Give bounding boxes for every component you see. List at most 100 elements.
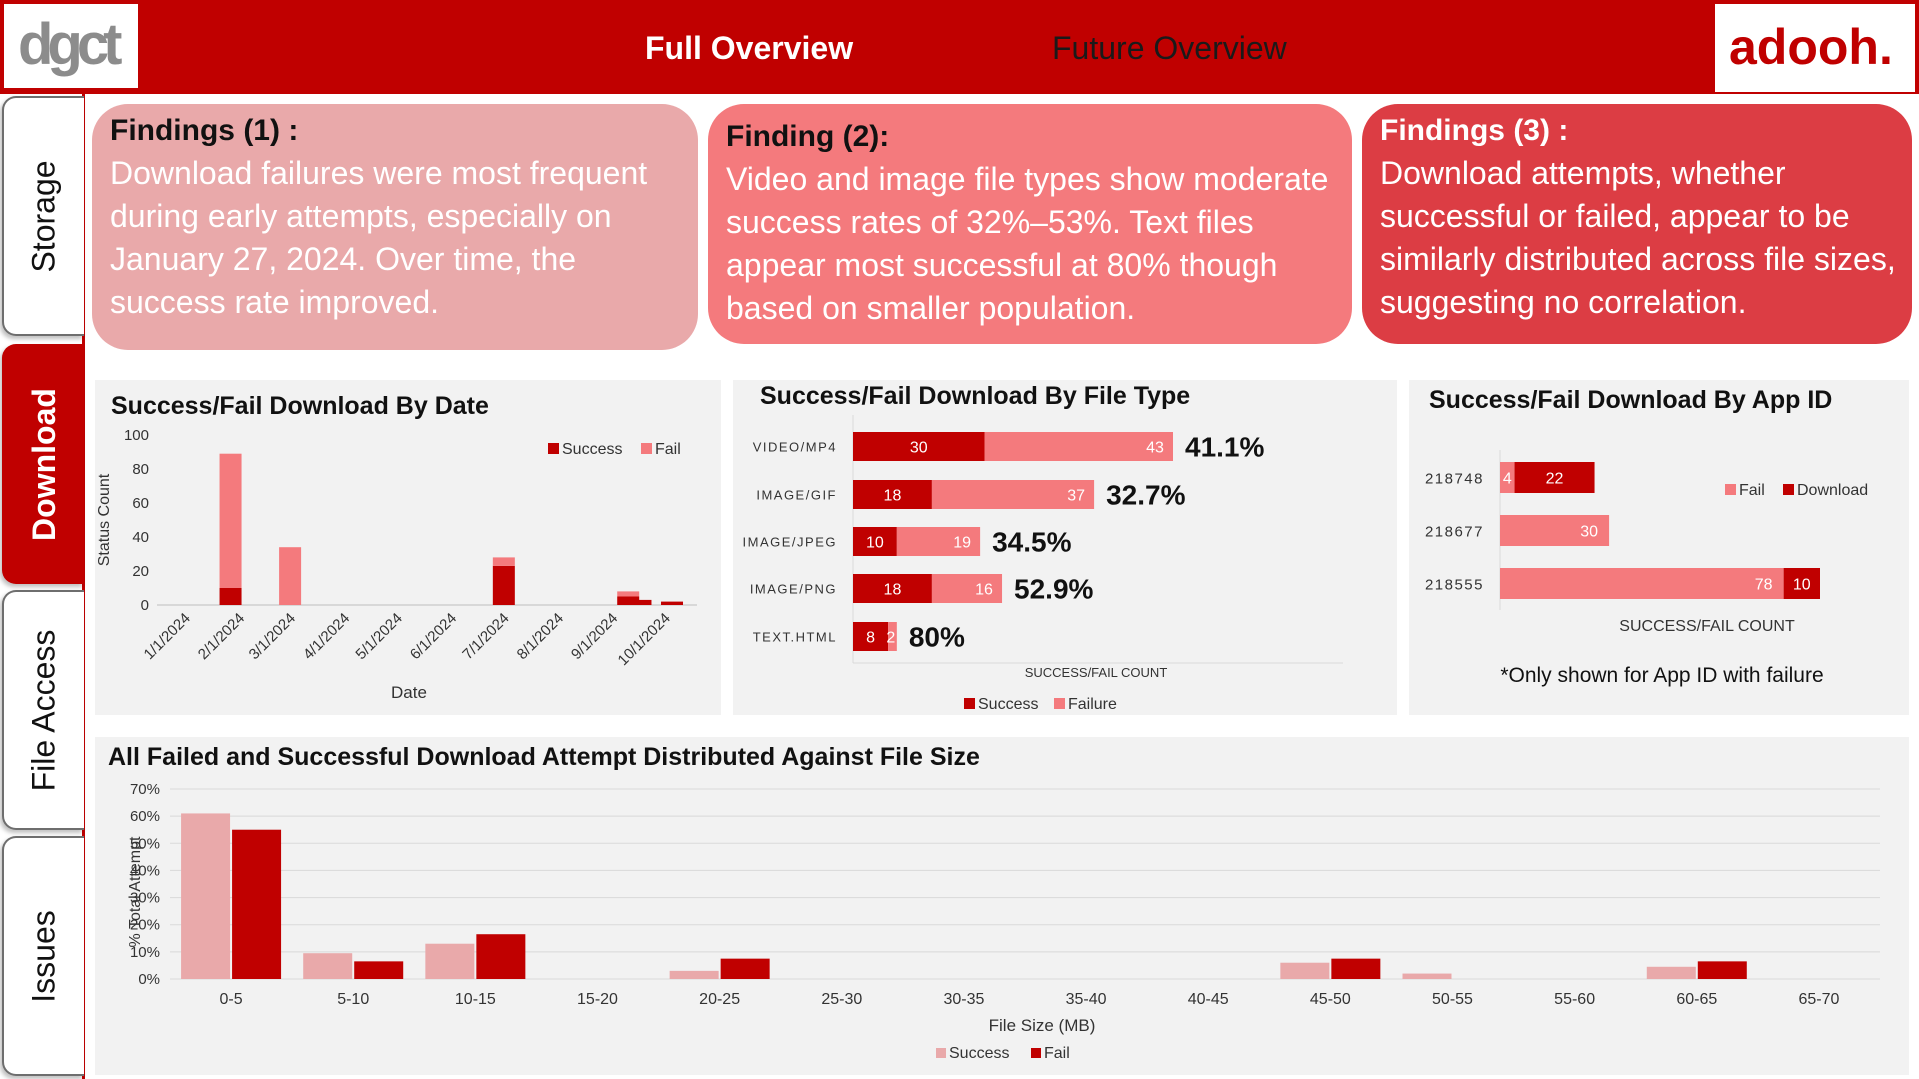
sidebar-item-issues[interactable]: Issues (2, 836, 84, 1076)
rate-label: 34.5% (992, 527, 1071, 558)
legend-swatch-download (1783, 484, 1794, 495)
bar-label-fail: 78 (1755, 577, 1773, 594)
x-tick-label: 20-25 (699, 991, 740, 1008)
sidebar-item-label: File Access (25, 629, 62, 791)
x-tick-label: 10/1/2024 (615, 610, 674, 669)
bar-fail (492, 557, 515, 566)
sidebar-item-download[interactable]: Download (2, 344, 84, 584)
legend-swatch-fail (641, 443, 652, 454)
legend-swatch-success (548, 443, 559, 454)
legend-label-success: Success (949, 1045, 1009, 1062)
bar-label-failure: 43 (1146, 440, 1164, 457)
rate-label: 32.7% (1106, 480, 1185, 511)
bar-success (1402, 973, 1452, 979)
finding-card-2: Finding (2): Video and image file types … (708, 104, 1352, 344)
finding-card-3: Findings (3) : Download attempts, whethe… (1362, 104, 1912, 344)
chart-panel-by-date: Success/Fail Download By Date 0 20 40 60 80 1… (95, 380, 721, 715)
adooh-logo-mark: adooh. (1729, 19, 1893, 75)
bar-label-failure: 2 (886, 630, 895, 647)
category-label: 218748 (1425, 471, 1484, 488)
bar-fail (1500, 568, 1784, 599)
category-label: TEXT.HTML (753, 630, 837, 645)
bar-label-fail: 4 (1503, 471, 1512, 488)
finding-title: Finding (2): (726, 120, 890, 153)
bar-success (181, 813, 231, 979)
x-tick-label: 10-15 (455, 991, 496, 1008)
finding-text: Download failures were most frequent dur… (110, 155, 648, 320)
y-tick-label: 0% (138, 971, 160, 988)
bar-fail (219, 453, 242, 588)
tab-future-overview[interactable]: Future Overview (1052, 30, 1287, 67)
y-tick-label: 70% (130, 781, 160, 798)
legend-swatch-success (964, 698, 975, 709)
bar-fail (720, 958, 770, 979)
rate-label: 41.1% (1185, 432, 1264, 463)
y-tick-label: 0 (141, 597, 149, 614)
x-tick-label: 15-20 (577, 991, 618, 1008)
bar-success (219, 588, 242, 605)
category-label: IMAGE/GIF (756, 488, 837, 503)
dgct-logo-mark: dgct (18, 12, 126, 77)
bar-label-failure: 19 (953, 535, 971, 552)
legend-swatch-fail (1031, 1048, 1041, 1058)
x-tick-label: 8/1/2024 (514, 610, 567, 663)
bar-label-download: 10 (1793, 577, 1811, 594)
logo-right-text: adooh. (1729, 19, 1893, 75)
app-id-chart-svg: 218748 4 22 218677 30 218555 78 10 Fail Download S… (1425, 450, 1868, 687)
file-type-chart-svg: VIDEO/MP4 30 43 41.1% IMAGE/GIF 18 37 32.7% IMAG… (743, 415, 1343, 713)
x-tick-label: 0-5 (220, 991, 243, 1008)
x-axis-label: Date (391, 683, 427, 702)
legend-label-success: Success (562, 441, 622, 458)
bar-label-success: 18 (884, 488, 902, 505)
legend-label-download: Download (1797, 482, 1868, 499)
category-label: IMAGE/PNG (750, 582, 837, 597)
legend-swatch-success (936, 1048, 946, 1058)
finding-title: Findings (3) : (1380, 114, 1569, 147)
x-tick-label: 2/1/2024 (195, 610, 248, 663)
tab-full-overview[interactable]: Full Overview (645, 30, 853, 67)
sidebar-item-label: Download (25, 387, 62, 541)
x-tick-label: 30-35 (943, 991, 984, 1008)
rate-label: 52.9% (1014, 574, 1093, 605)
bar-label-success: 8 (866, 630, 875, 647)
bar-label-success: 30 (910, 440, 928, 457)
y-tick-label: 20 (132, 563, 149, 580)
legend-label-success: Success (978, 696, 1038, 713)
bar-fail (279, 547, 302, 605)
x-tick-label: 4/1/2024 (300, 610, 353, 663)
finding-title: Findings (1) : (110, 114, 299, 147)
x-tick-label: 65-70 (1798, 991, 1839, 1008)
adooh-logo: adooh. (1713, 2, 1917, 94)
x-tick-label: 55-60 (1554, 991, 1595, 1008)
bar-label-failure: 37 (1067, 488, 1085, 505)
category-label: IMAGE/JPEG (743, 535, 837, 550)
x-axis-label: SUCCESS/FAIL COUNT (1619, 618, 1795, 635)
dgct-logo: dgct (2, 2, 140, 90)
bar-success (629, 599, 652, 605)
chart-panel-by-app-id: Success/Fail Download By App ID 218748 4 2… (1409, 380, 1909, 715)
bar-success (492, 565, 515, 605)
bar-label-fail: 30 (1580, 524, 1598, 541)
bar-fail (354, 961, 404, 979)
x-axis-label: File Size (MB) (989, 1016, 1096, 1035)
y-tick-label: 100 (124, 427, 149, 444)
bar-fail (617, 591, 640, 597)
bar-success (1646, 966, 1696, 979)
category-label: VIDEO/MP4 (753, 440, 837, 455)
category-label: 218555 (1425, 577, 1484, 594)
y-tick-label: 60 (132, 495, 149, 512)
sidebar-item-label: Issues (25, 909, 62, 1003)
legend-swatch-fail (1725, 484, 1736, 495)
x-tick-label: 35-40 (1066, 991, 1107, 1008)
bar-label-success: 18 (884, 582, 902, 599)
y-axis-label: Status Count (96, 473, 113, 566)
bar-fail (476, 934, 526, 979)
x-tick-label: 7/1/2024 (459, 610, 512, 663)
sidebar-item-file-access[interactable]: File Access (2, 590, 84, 830)
y-tick-label: 80 (132, 461, 149, 478)
x-tick-label: 9/1/2024 (568, 610, 621, 663)
legend-label-failure: Failure (1068, 696, 1117, 713)
sidebar-item-storage[interactable]: Storage (2, 96, 84, 336)
logo-left-text: dgct (18, 12, 122, 77)
bar-fail (232, 829, 282, 979)
